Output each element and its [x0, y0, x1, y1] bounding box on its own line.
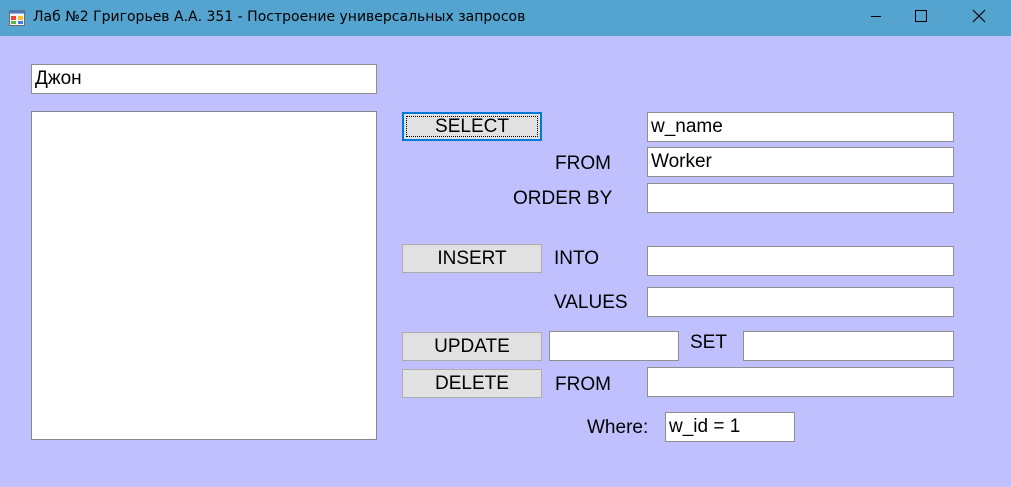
set-label: SET	[690, 332, 727, 353]
select-from-label: FROM	[555, 153, 611, 174]
delete-from-input[interactable]	[647, 367, 954, 397]
values-label: VALUES	[554, 292, 628, 313]
results-listbox[interactable]	[31, 111, 377, 440]
delete-from-label: FROM	[555, 374, 611, 395]
minimize-icon	[870, 9, 882, 27]
values-input[interactable]	[647, 287, 954, 317]
maximize-icon	[915, 9, 927, 27]
update-table-input[interactable]	[549, 331, 679, 361]
delete-button[interactable]: DELETE	[402, 369, 542, 398]
app-form-icon	[9, 10, 25, 26]
where-input[interactable]: w_id = 1	[665, 412, 795, 442]
insert-button[interactable]: INSERT	[402, 244, 542, 273]
order-by-input[interactable]	[647, 183, 954, 213]
select-button[interactable]: SELECT	[402, 112, 542, 141]
set-input[interactable]	[743, 331, 954, 361]
update-button[interactable]: UPDATE	[402, 332, 542, 361]
select-from-input[interactable]: Worker	[647, 147, 954, 177]
window-title: Лаб №2 Григорьев А.А. 351 - Построение у…	[33, 9, 526, 25]
form-client-area: Джон SELECT w_name FROM Worker ORDER BY …	[0, 36, 1011, 487]
close-icon	[972, 9, 986, 28]
into-label: INTO	[554, 248, 600, 269]
select-fields-input[interactable]: w_name	[647, 112, 954, 142]
minimize-button[interactable]	[853, 0, 899, 36]
close-button[interactable]	[956, 0, 1002, 36]
where-label: Where:	[587, 417, 649, 438]
into-input[interactable]	[647, 246, 954, 276]
order-by-label: ORDER BY	[513, 188, 613, 209]
title-bar[interactable]: Лаб №2 Григорьев А.А. 351 - Построение у…	[0, 0, 1011, 36]
search-input[interactable]: Джон	[31, 64, 377, 94]
maximize-button[interactable]	[898, 0, 944, 36]
